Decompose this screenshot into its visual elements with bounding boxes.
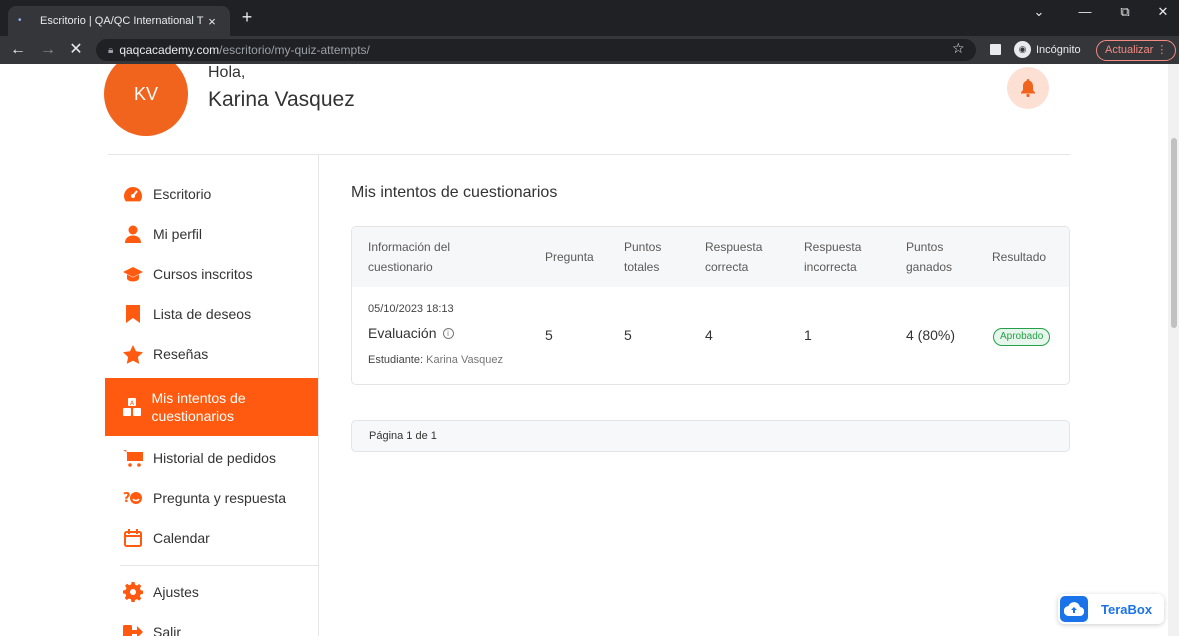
restore-button[interactable]: ⧉	[1110, 4, 1140, 20]
sidebar-item-resenas[interactable]: Reseñas	[105, 334, 318, 374]
column-header: Puntos ganados	[906, 240, 953, 274]
info-icon[interactable]: i	[442, 327, 454, 339]
side-panel-icon[interactable]	[990, 44, 1001, 55]
cart-icon	[123, 448, 143, 468]
sidebar-divider	[318, 155, 319, 636]
sidebar-item-label: Salir	[153, 624, 182, 636]
incognito-indicator[interactable]: ◉ Incógnito	[1014, 41, 1081, 58]
bookmark-icon	[123, 304, 143, 324]
sidebar-separator	[120, 565, 318, 566]
page-title: Mis intentos de cuestionarios	[351, 184, 558, 201]
user-icon	[123, 224, 143, 244]
sidebar-item-lista-de-deseos[interactable]: Lista de deseos	[105, 294, 318, 334]
sidebar-item-label: Lista de deseos	[153, 306, 252, 322]
column-header: Respuesta correcta	[705, 240, 763, 274]
user-name: Karina Vasquez	[208, 88, 355, 111]
sidebar-item-label: Pregunta y respuesta	[153, 490, 287, 506]
earned-value: 4 (80%)	[906, 327, 956, 343]
browser-tab[interactable]: • Escritorio | QA/QC International T ×	[8, 6, 230, 36]
graduation-cap-icon	[123, 264, 143, 284]
notifications-button[interactable]	[1007, 67, 1049, 109]
table-header: Información del cuestionario Pregunta Pu…	[352, 227, 1069, 287]
correct-value: 4	[705, 327, 713, 343]
update-button[interactable]: Actualizar ⋮	[1096, 40, 1177, 61]
bell-icon	[1021, 79, 1035, 97]
header-divider	[108, 154, 1070, 155]
forward-icon[interactable]: →	[38, 39, 58, 61]
quiz-attempts-table: Información del cuestionario Pregunta Pu…	[351, 226, 1070, 385]
sidebar-item-salir[interactable]: Salir	[105, 612, 318, 636]
sidebar-item-label: Cursos inscritos	[153, 266, 253, 282]
gear-icon	[123, 582, 143, 602]
student-name: Karina Vasquez	[426, 354, 503, 366]
url-host: qaqcacademy.com	[119, 43, 220, 57]
incorrect-value: 1	[804, 327, 812, 343]
status-badge: Aprobado	[993, 328, 1051, 346]
sidebar-item-label: Escritorio	[153, 186, 212, 202]
page-content: KV Hola, Karina Vasquez Escritorio Mi pe…	[0, 64, 1168, 636]
sidebar-item-pregunta-y-respuesta[interactable]: ? Pregunta y respuesta	[105, 478, 318, 518]
sidebar-item-label: Mi perfil	[153, 226, 203, 242]
star-icon	[123, 344, 143, 364]
avatar: KV	[104, 64, 188, 136]
url-path: /escritorio/my-quiz-attempts/	[219, 43, 370, 57]
column-header: Resultado	[992, 250, 1047, 264]
quiz-title: Evaluación	[368, 325, 437, 341]
sidebar-item-historial-de-pedidos[interactable]: Historial de pedidos	[105, 438, 318, 478]
svg-text:?: ?	[123, 491, 131, 506]
cloud-upload-icon	[1060, 596, 1088, 622]
total-points-value: 5	[624, 327, 632, 343]
stop-loading-icon[interactable]: ✕	[66, 39, 86, 61]
greeting: Hola,	[208, 64, 246, 81]
tab-title: Escritorio | QA/QC International T	[40, 15, 204, 27]
column-header: Información del cuestionario	[368, 240, 451, 274]
tab-close-icon[interactable]: ×	[204, 14, 220, 29]
calendar-icon	[123, 528, 143, 548]
dashboard-icon	[123, 184, 143, 204]
attempt-date: 05/10/2023 18:13	[368, 303, 454, 315]
questions-value: 5	[545, 327, 553, 343]
sidebar-item-calendar[interactable]: Calendar	[105, 518, 318, 558]
sidebar-item-label: Ajustes	[153, 584, 199, 600]
qa-icon: ?	[123, 488, 143, 508]
quiz-icon: A	[123, 397, 142, 417]
column-header: Respuesta incorrecta	[804, 240, 862, 274]
student: Estudiante: Karina Vasquez	[368, 354, 503, 366]
student-label: Estudiante:	[368, 354, 424, 366]
terabox-label: TeraBox	[1101, 601, 1153, 617]
update-menu-icon: ⋮	[1156, 44, 1168, 56]
terabox-widget[interactable]: TeraBox	[1058, 594, 1164, 624]
sidebar-item-label: Mis intentos de cuestionarios	[151, 390, 246, 424]
incognito-label: Incógnito	[1036, 43, 1081, 56]
logout-icon	[123, 622, 143, 636]
browser-toolbar: ← → ✕ 🔒︎ qaqcacademy.com/escritorio/my-q…	[0, 36, 1179, 64]
pagination: Página 1 de 1	[351, 420, 1070, 452]
loading-icon: •	[18, 15, 22, 26]
sidebar-item-label: Historial de pedidos	[153, 450, 276, 466]
incognito-icon: ◉	[1014, 41, 1031, 58]
sidebar-item-ajustes[interactable]: Ajustes	[105, 572, 318, 612]
close-window-button[interactable]: ✕	[1148, 4, 1178, 20]
minimize-button[interactable]: —	[1070, 4, 1100, 19]
scrollbar-thumb[interactable]	[1171, 138, 1177, 328]
address-bar[interactable]: 🔒︎ qaqcacademy.com/escritorio/my-quiz-at…	[96, 39, 976, 61]
sidebar-item-cursos-inscritos[interactable]: Cursos inscritos	[105, 254, 318, 294]
bookmark-star-icon[interactable]: ☆	[952, 40, 965, 57]
quiz-name: Evaluación i	[368, 325, 454, 341]
column-header: Pregunta	[545, 250, 594, 264]
browser-tab-strip: • Escritorio | QA/QC International T × +…	[0, 0, 1179, 36]
sidebar-item-mi-perfil[interactable]: Mi perfil	[105, 214, 318, 254]
lock-icon: 🔒︎	[108, 44, 114, 56]
back-icon[interactable]: ←	[8, 39, 28, 61]
sidebar-item-mis-intentos[interactable]: A Mis intentos de cuestionarios	[105, 378, 318, 436]
tab-search-icon[interactable]: ⌄	[1024, 4, 1054, 20]
sidebar-item-label: Reseñas	[153, 346, 209, 362]
column-header: Puntos totales	[624, 240, 662, 274]
sidebar-item-escritorio[interactable]: Escritorio	[105, 174, 318, 214]
update-label: Actualizar	[1105, 44, 1154, 56]
sidebar-item-label: Calendar	[153, 530, 210, 546]
new-tab-button[interactable]: +	[236, 6, 258, 30]
